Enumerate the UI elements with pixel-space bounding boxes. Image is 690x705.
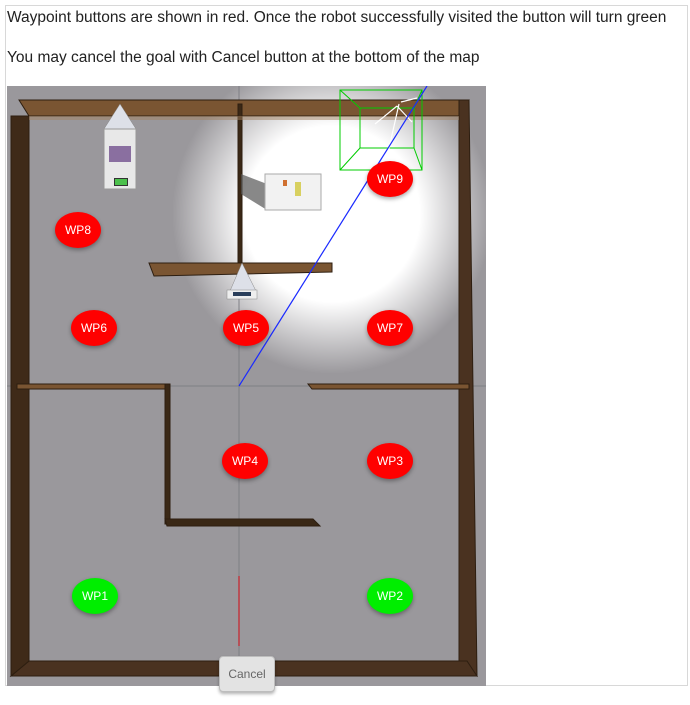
waypoint-button-wp6[interactable]: WP6 [71,310,117,346]
wall-inner-corridor-bottom [164,518,322,527]
waypoint-button-wp9[interactable]: WP9 [367,161,413,197]
waypoint-button-wp3[interactable]: WP3 [367,443,413,479]
light-glow [172,86,486,374]
waypoint-button-wp4[interactable]: WP4 [222,443,268,479]
wall-left [10,115,30,678]
waypoint-button-wp7[interactable]: WP7 [367,310,413,346]
instruction-text-1: Waypoint buttons are shown in red. Once … [7,9,667,26]
wall-inner-left [16,383,168,390]
wall-inner-right [306,383,470,390]
waypoint-button-wp8[interactable]: WP8 [55,212,101,248]
instruction-text-2: You may cancel the goal with Cancel butt… [7,49,480,66]
waypoint-button-wp1[interactable]: WP1 [72,578,118,614]
wall-inner-corridor-vertical [164,383,171,525]
waypoint-button-wp5[interactable]: WP5 [223,310,269,346]
cancel-goal-button[interactable]: Cancel [219,656,275,692]
waypoint-button-wp2[interactable]: WP2 [367,578,413,614]
